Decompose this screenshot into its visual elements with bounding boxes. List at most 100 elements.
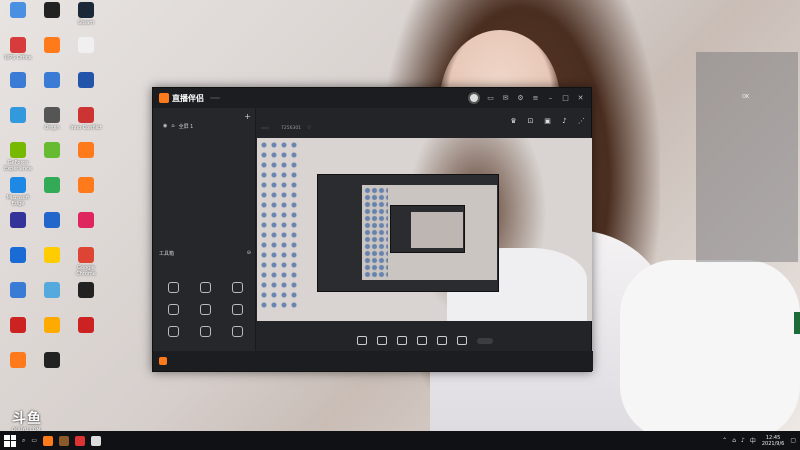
desktop-icon[interactable]: Microsoft Edge xyxy=(1,177,35,207)
app-title: 直播伴侣 xyxy=(172,93,204,103)
chat-text: OK xyxy=(742,94,750,100)
task-view-icon[interactable]: ▭ xyxy=(31,437,37,444)
desktop-icon[interactable] xyxy=(1,247,35,265)
toolbox-toggle-icon[interactable]: ⊖ xyxy=(247,250,251,257)
app-icon xyxy=(10,177,26,193)
desktop-icon[interactable] xyxy=(69,37,103,55)
app-icon xyxy=(44,317,60,333)
clock[interactable]: 12:45 2021/9/6 xyxy=(762,435,784,447)
desktop-icon[interactable] xyxy=(1,107,35,125)
desktop-icon[interactable] xyxy=(35,352,69,370)
toolbox-item[interactable] xyxy=(221,326,253,339)
settings-icon[interactable]: ⚙ xyxy=(516,94,525,103)
taskbar-app-orange-icon[interactable] xyxy=(43,435,54,446)
taskbar: ⌕ ▭ ⌃ ⌂ ♪ 中 12:45 2021/9/6 ▢ xyxy=(0,431,800,450)
desktop-icon[interactable] xyxy=(35,177,69,195)
avatar[interactable] xyxy=(468,92,480,104)
app-icon xyxy=(44,247,60,263)
desktop-icon[interactable]: Google Chrome xyxy=(69,247,103,277)
desktop-icon[interactable] xyxy=(35,2,69,20)
stream-preview[interactable] xyxy=(257,138,592,321)
share-icon[interactable]: ⋰ xyxy=(577,116,586,125)
chevron-up-icon[interactable]: ⌃ xyxy=(722,437,727,444)
add-scene-icon[interactable]: + xyxy=(244,112,251,121)
network-icon[interactable]: ⌂ xyxy=(732,437,736,444)
desktop-icon[interactable] xyxy=(1,72,35,90)
lock-icon[interactable]: ⊡ xyxy=(526,116,535,125)
desktop-icon[interactable]: Origin xyxy=(35,107,69,131)
desktop-icon[interactable] xyxy=(1,212,35,230)
desktop-icon[interactable] xyxy=(35,37,69,55)
control-button[interactable] xyxy=(376,335,387,347)
volume-icon[interactable]: ♪ xyxy=(741,437,745,444)
toolbox-item[interactable] xyxy=(221,282,253,295)
side-tab[interactable] xyxy=(794,312,800,334)
close-icon[interactable]: ✕ xyxy=(576,94,585,103)
desktop-icon[interactable] xyxy=(69,142,103,160)
mail-icon[interactable]: ✉ xyxy=(501,94,510,103)
desktop-icon[interactable]: Inno Conflict xyxy=(69,107,103,131)
desktop-icon[interactable] xyxy=(35,317,69,335)
app-icon xyxy=(78,212,94,228)
desktop-icon[interactable] xyxy=(1,352,35,370)
preview-area: 7256301 ♡ ♛ ⊡ ▣ ♪ ⋰ xyxy=(257,108,592,353)
app-icon xyxy=(44,72,60,88)
desktop-icon[interactable] xyxy=(69,72,103,90)
control-button[interactable] xyxy=(416,335,427,347)
desktop-icon[interactable] xyxy=(35,72,69,90)
lock-icon[interactable]: ⌂ xyxy=(171,123,174,130)
desktop-icon[interactable] xyxy=(69,177,103,195)
toolbox-item[interactable] xyxy=(157,304,189,317)
desktop-icon[interactable] xyxy=(69,282,103,300)
maximize-icon[interactable]: □ xyxy=(561,94,570,103)
toolbox-item[interactable] xyxy=(157,282,189,295)
eye-icon[interactable]: ◉ xyxy=(163,123,167,130)
desktop-icon-label: Google Chrome xyxy=(76,265,96,277)
gift-icon[interactable]: ♛ xyxy=(509,116,518,125)
desktop-icon[interactable] xyxy=(1,282,35,300)
menu-icon[interactable]: ≡ xyxy=(531,94,540,103)
desktop-icon[interactable] xyxy=(35,282,69,300)
control-button[interactable] xyxy=(456,335,467,347)
version-badge[interactable] xyxy=(210,97,220,99)
start-live-button[interactable] xyxy=(476,338,493,344)
chat-header xyxy=(696,52,798,58)
bell-icon[interactable]: ♪ xyxy=(560,116,569,125)
scene-item[interactable]: ◉ ⌂ 全屏 1 xyxy=(153,121,255,132)
desktop-icon[interactable] xyxy=(69,317,103,335)
minimize-icon[interactable]: – xyxy=(546,94,555,103)
desktop-icon[interactable] xyxy=(35,142,69,160)
toolbox-item[interactable] xyxy=(157,326,189,339)
desktop-icon[interactable] xyxy=(35,212,69,230)
room-pill[interactable] xyxy=(261,127,269,129)
control-button[interactable] xyxy=(436,335,447,347)
app-icon xyxy=(44,282,60,298)
notification-icon[interactable]: ▢ xyxy=(790,437,796,444)
taskbar-app-red-icon[interactable] xyxy=(75,435,86,446)
watermark-logo: 斗鱼 xyxy=(12,411,42,427)
windows-start-icon[interactable] xyxy=(4,434,16,447)
search-icon[interactable]: ⌕ xyxy=(22,437,25,445)
taskbar-app-brown-icon[interactable] xyxy=(59,435,70,446)
screen-icon[interactable]: ▭ xyxy=(486,94,495,103)
desktop-icon[interactable]: Steam xyxy=(69,2,103,26)
desktop-icon[interactable] xyxy=(35,247,69,265)
control-icon xyxy=(456,335,467,345)
desktop-icon[interactable] xyxy=(1,317,35,335)
toolbox-item[interactable] xyxy=(221,304,253,317)
desktop-icon[interactable]: WPS Office xyxy=(1,37,35,61)
toolbox-item[interactable] xyxy=(189,304,221,317)
app-icon xyxy=(10,282,26,298)
taskbar-app-white-icon[interactable] xyxy=(91,435,102,446)
record-icon[interactable]: ▣ xyxy=(543,116,552,125)
system-tray: ⌃ ⌂ ♪ 中 xyxy=(722,436,756,445)
toolbox-item[interactable] xyxy=(189,282,221,295)
desktop-icon[interactable]: GeForce Experience xyxy=(1,142,35,172)
control-button[interactable] xyxy=(356,335,367,347)
control-button[interactable] xyxy=(396,335,407,347)
toolbox-item[interactable] xyxy=(189,326,221,339)
desktop-icon[interactable] xyxy=(69,212,103,230)
ime-icon[interactable]: 中 xyxy=(750,436,756,445)
desktop-icon[interactable] xyxy=(1,2,35,20)
app-icon xyxy=(44,107,60,123)
